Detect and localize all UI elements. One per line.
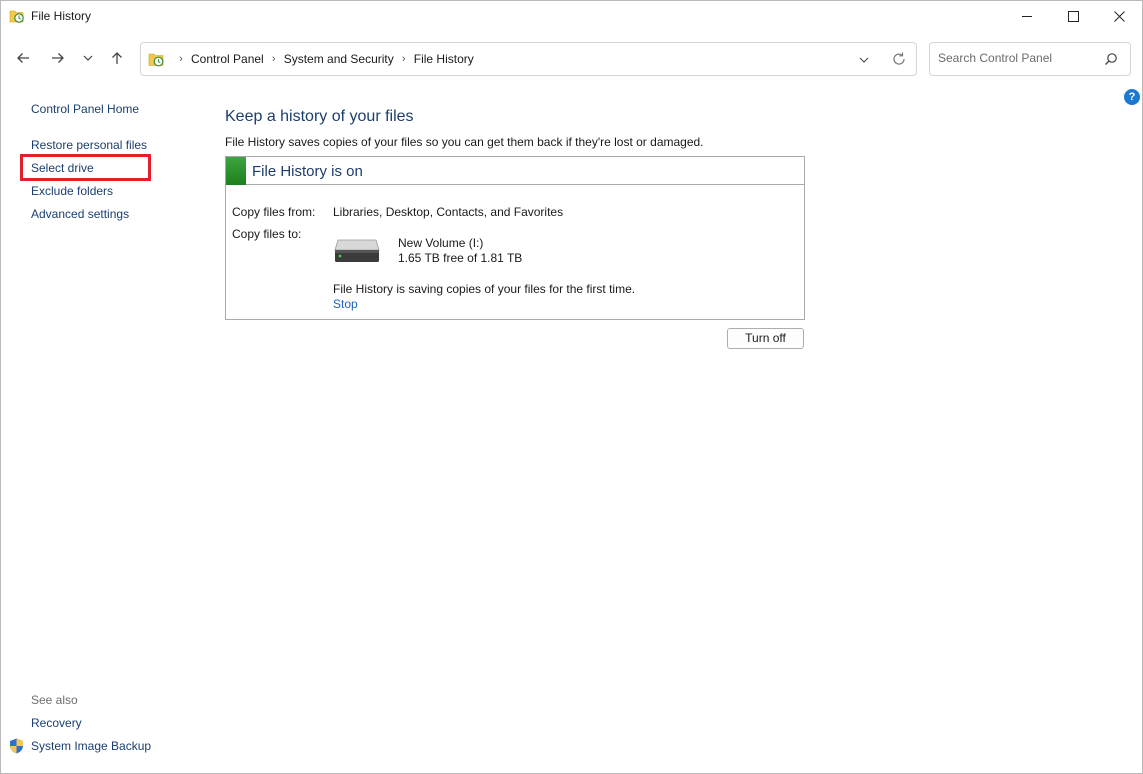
status-indicator [226, 157, 246, 185]
chevron-down-icon [82, 52, 94, 64]
see-also-heading: See also [31, 693, 78, 707]
breadcrumb-file-history[interactable]: File History [414, 52, 474, 66]
chevron-right-icon: › [174, 53, 188, 65]
sidebar-advanced-settings[interactable]: Advanced settings [31, 207, 129, 221]
turn-off-button[interactable]: Turn off [727, 328, 804, 349]
control-panel-icon [148, 51, 165, 68]
sidebar-exclude-folders[interactable]: Exclude folders [31, 184, 113, 198]
window-title: File History [31, 9, 91, 23]
drive-name: New Volume (I:) [398, 236, 483, 250]
file-history-status-panel: File History is on Copy files from: Libr… [225, 156, 805, 320]
minimize-icon [1022, 11, 1033, 22]
breadcrumb: › Control Panel › System and Security › … [171, 52, 474, 66]
close-button[interactable] [1096, 1, 1142, 32]
chevron-right-icon: › [267, 53, 281, 65]
copy-from-value: Libraries, Desktop, Contacts, and Favori… [333, 205, 563, 219]
copy-to-label: Copy files to: [232, 227, 301, 241]
status-header: File History is on [226, 157, 804, 185]
search-box [929, 42, 1131, 76]
close-icon [1114, 11, 1125, 22]
highlight-annotation-box [20, 154, 151, 181]
see-also-recovery[interactable]: Recovery [31, 716, 82, 730]
maximize-icon [1068, 11, 1079, 22]
breadcrumb-control-panel[interactable]: Control Panel [191, 52, 264, 66]
chevron-right-icon: › [397, 53, 411, 65]
sidebar-control-panel-home[interactable]: Control Panel Home [31, 102, 139, 116]
maximize-button[interactable] [1050, 1, 1096, 32]
search-input[interactable] [938, 51, 1098, 65]
navigation-bar: › Control Panel › System and Security › … [1, 32, 1142, 86]
arrow-right-icon [51, 51, 65, 65]
breadcrumb-system-and-security[interactable]: System and Security [284, 52, 394, 66]
minimize-button[interactable] [1004, 1, 1050, 32]
refresh-icon[interactable] [891, 51, 907, 67]
address-dropdown-icon[interactable] [857, 53, 871, 67]
sidebar-restore-personal-files[interactable]: Restore personal files [31, 138, 147, 152]
file-history-window: File History [0, 0, 1143, 774]
saving-status-message: File History is saving copies of your fi… [333, 282, 635, 296]
help-button[interactable]: ? [1124, 89, 1140, 105]
shield-icon [9, 738, 24, 754]
forward-button[interactable] [47, 47, 69, 69]
stop-link[interactable]: Stop [333, 297, 358, 311]
title-bar: File History [1, 1, 1142, 32]
page-description: File History saves copies of your files … [225, 135, 704, 149]
arrow-up-icon [110, 51, 124, 65]
status-title: File History is on [252, 163, 363, 180]
hard-drive-icon [334, 238, 380, 264]
drive-free-space: 1.65 TB free of 1.81 TB [398, 251, 522, 265]
up-button[interactable] [106, 47, 128, 69]
back-button[interactable] [12, 47, 34, 69]
search-icon[interactable] [1104, 52, 1118, 66]
file-history-app-icon [9, 8, 25, 24]
address-bar[interactable]: › Control Panel › System and Security › … [140, 42, 917, 76]
page-title: Keep a history of your files [225, 108, 414, 126]
see-also-system-image-backup[interactable]: System Image Backup [31, 739, 151, 753]
recent-locations-button[interactable] [77, 47, 99, 69]
copy-from-label: Copy files from: [232, 205, 315, 219]
arrow-left-icon [16, 51, 30, 65]
